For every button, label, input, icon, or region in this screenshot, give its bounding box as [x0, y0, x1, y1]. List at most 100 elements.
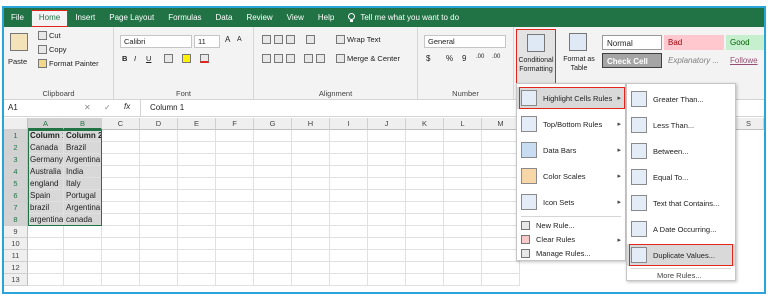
cell-l11[interactable]	[444, 250, 482, 262]
cell-a13[interactable]	[28, 274, 64, 286]
align-left-icon[interactable]	[262, 54, 271, 63]
row-header-8[interactable]: 8	[4, 214, 28, 226]
orientation-icon[interactable]	[306, 35, 315, 44]
cell-a10[interactable]	[28, 238, 64, 250]
tab-data[interactable]: Data	[209, 8, 240, 27]
font-size-select[interactable]: 11	[194, 35, 220, 48]
cell-c4[interactable]	[102, 166, 140, 178]
cell-j8[interactable]	[368, 214, 406, 226]
cell-f10[interactable]	[216, 238, 254, 250]
cell-d10[interactable]	[140, 238, 178, 250]
cell-i1[interactable]	[330, 130, 368, 142]
cell-j12[interactable]	[368, 262, 406, 274]
cell-d1[interactable]	[140, 130, 178, 142]
cut-button[interactable]: Cut	[38, 31, 61, 40]
cell-b12[interactable]	[64, 262, 102, 274]
cell-d12[interactable]	[140, 262, 178, 274]
row-header-7[interactable]: 7	[4, 202, 28, 214]
menu-new-rule[interactable]: New Rule...	[517, 219, 625, 232]
format-as-table-button[interactable]: Format as Table	[560, 29, 598, 85]
menu-between[interactable]: Between...	[627, 140, 735, 162]
cell-e3[interactable]	[178, 154, 216, 166]
column-header-g[interactable]: G	[254, 118, 292, 130]
cell-h1[interactable]	[292, 130, 330, 142]
paste-button[interactable]: Paste	[8, 57, 27, 66]
cell-c12[interactable]	[102, 262, 140, 274]
underline-button[interactable]: U	[146, 54, 151, 63]
cell-f3[interactable]	[216, 154, 254, 166]
cell-d6[interactable]	[140, 190, 178, 202]
cell-c8[interactable]	[102, 214, 140, 226]
copy-button[interactable]: Copy	[38, 45, 67, 54]
tab-insert[interactable]: Insert	[68, 8, 102, 27]
cell-c3[interactable]	[102, 154, 140, 166]
column-header-l[interactable]: L	[444, 118, 482, 130]
cell-l5[interactable]	[444, 178, 482, 190]
cell-c13[interactable]	[102, 274, 140, 286]
cell-b9[interactable]	[64, 226, 102, 238]
cell-b10[interactable]	[64, 238, 102, 250]
cell-e7[interactable]	[178, 202, 216, 214]
cell-g9[interactable]	[254, 226, 292, 238]
cell-l10[interactable]	[444, 238, 482, 250]
cell-h7[interactable]	[292, 202, 330, 214]
cell-m5[interactable]	[482, 178, 520, 190]
column-header-d[interactable]: D	[140, 118, 178, 130]
cell-b5[interactable]: Italy	[64, 178, 102, 190]
cell-l9[interactable]	[444, 226, 482, 238]
cell-b4[interactable]: India	[64, 166, 102, 178]
cell-e4[interactable]	[178, 166, 216, 178]
cell-e1[interactable]	[178, 130, 216, 142]
comma-button[interactable]: 9	[462, 54, 466, 63]
tab-review[interactable]: Review	[239, 8, 279, 27]
cell-i8[interactable]	[330, 214, 368, 226]
decrease-decimal-button[interactable]: .00	[492, 54, 500, 60]
cell-m11[interactable]	[482, 250, 520, 262]
align-center-icon[interactable]	[274, 54, 283, 63]
cell-a1[interactable]: Column 1	[28, 130, 64, 142]
cell-e13[interactable]	[178, 274, 216, 286]
column-header-b[interactable]: B	[64, 118, 102, 130]
cell-a8[interactable]: argentina	[28, 214, 64, 226]
cell-j10[interactable]	[368, 238, 406, 250]
cell-f4[interactable]	[216, 166, 254, 178]
row-header-4[interactable]: 4	[4, 166, 28, 178]
increase-decimal-button[interactable]: .00	[476, 54, 484, 60]
row-header-2[interactable]: 2	[4, 142, 28, 154]
cell-i13[interactable]	[330, 274, 368, 286]
cell-f12[interactable]	[216, 262, 254, 274]
cell-c11[interactable]	[102, 250, 140, 262]
select-all-corner[interactable]	[4, 118, 28, 130]
row-header-5[interactable]: 5	[4, 178, 28, 190]
cell-h4[interactable]	[292, 166, 330, 178]
italic-button[interactable]: I	[134, 54, 136, 63]
top-align-icon[interactable]	[262, 35, 271, 44]
menu-text-contains[interactable]: Text that Contains...	[627, 192, 735, 214]
cell-h2[interactable]	[292, 142, 330, 154]
cell-h11[interactable]	[292, 250, 330, 262]
cell-h8[interactable]	[292, 214, 330, 226]
number-format-select[interactable]: General	[424, 35, 506, 48]
cell-j13[interactable]	[368, 274, 406, 286]
cell-g13[interactable]	[254, 274, 292, 286]
cell-j11[interactable]	[368, 250, 406, 262]
cell-m4[interactable]	[482, 166, 520, 178]
cell-f5[interactable]	[216, 178, 254, 190]
column-header-f[interactable]: F	[216, 118, 254, 130]
menu-equal-to[interactable]: Equal To...	[627, 166, 735, 188]
cell-m6[interactable]	[482, 190, 520, 202]
menu-top-bottom-rules[interactable]: Top/Bottom Rules ▸	[517, 113, 625, 135]
cell-g1[interactable]	[254, 130, 292, 142]
cell-a11[interactable]	[28, 250, 64, 262]
cell-k10[interactable]	[406, 238, 444, 250]
cell-m1[interactable]	[482, 130, 520, 142]
tab-home[interactable]: Home	[30, 10, 69, 27]
cell-k1[interactable]	[406, 130, 444, 142]
cell-a4[interactable]: Australia	[28, 166, 64, 178]
currency-button[interactable]: $	[426, 54, 430, 63]
cell-b11[interactable]	[64, 250, 102, 262]
cell-c6[interactable]	[102, 190, 140, 202]
tab-help[interactable]: Help	[311, 8, 341, 27]
cell-m10[interactable]	[482, 238, 520, 250]
cell-m9[interactable]	[482, 226, 520, 238]
